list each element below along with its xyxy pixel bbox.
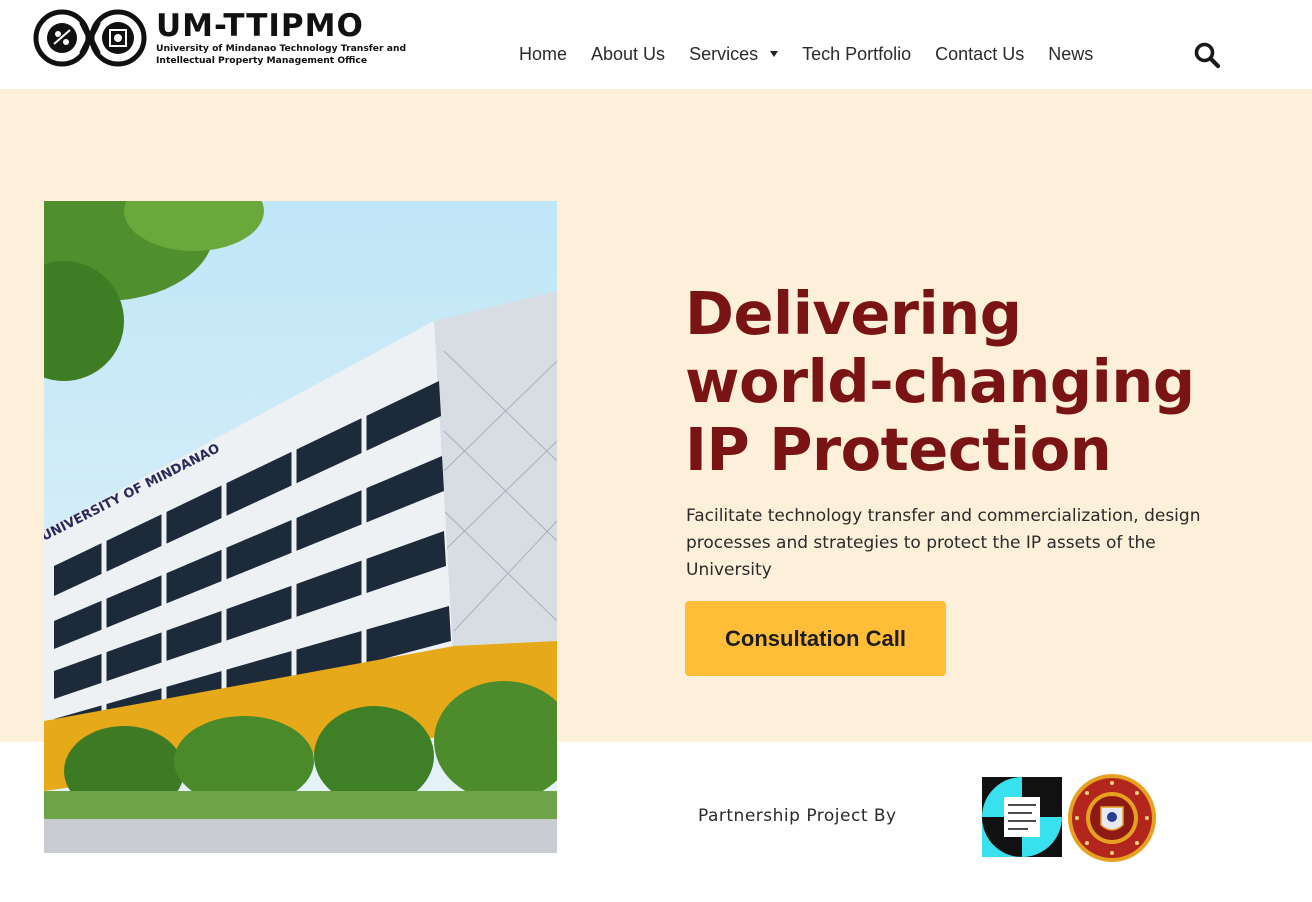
- nav-news[interactable]: News: [1048, 44, 1093, 65]
- hero-building-image: UNIVERSITY OF MINDANAO: [44, 201, 557, 853]
- building-photo-illustration: UNIVERSITY OF MINDANAO: [44, 201, 557, 853]
- ipophl-logo-icon: [982, 777, 1062, 857]
- site-logo[interactable]: UM-TTIPMO University of Mindanao Technol…: [32, 8, 412, 68]
- search-button[interactable]: [1193, 41, 1221, 69]
- search-icon: [1194, 42, 1221, 69]
- site-header: UM-TTIPMO University of Mindanao Technol…: [0, 0, 1312, 89]
- university-of-mindanao-seal-icon: [1068, 774, 1156, 862]
- hero-headline: Delivering world-changing IP Protection: [685, 280, 1245, 484]
- brand-subtitle: University of Mindanao Technology Transf…: [156, 43, 407, 66]
- ttipmo-logo-icon: [33, 9, 147, 67]
- nav-contact-us[interactable]: Contact Us: [935, 44, 1024, 65]
- headline-line-2: world-changing: [685, 347, 1195, 416]
- headline-line-3: IP Protection: [685, 415, 1112, 484]
- nav-about-us[interactable]: About Us: [591, 44, 665, 65]
- headline-line-1: Delivering: [685, 279, 1022, 348]
- consultation-call-button[interactable]: Consultation Call: [685, 601, 946, 676]
- hero-description: Facilitate technology transfer and comme…: [686, 506, 1201, 580]
- partnership-label: Partnership Project By: [698, 806, 897, 826]
- nav-services-label: Services: [689, 43, 759, 64]
- brand-title: UM-TTIPMO: [156, 8, 364, 44]
- nav-tech-portfolio[interactable]: Tech Portfolio: [802, 44, 911, 65]
- nav-services[interactable]: Services: [689, 43, 779, 65]
- caret-down-icon: [770, 51, 779, 57]
- main-nav: Home About Us Services Tech Portfolio Co…: [519, 40, 1117, 68]
- nav-home[interactable]: Home: [519, 44, 567, 65]
